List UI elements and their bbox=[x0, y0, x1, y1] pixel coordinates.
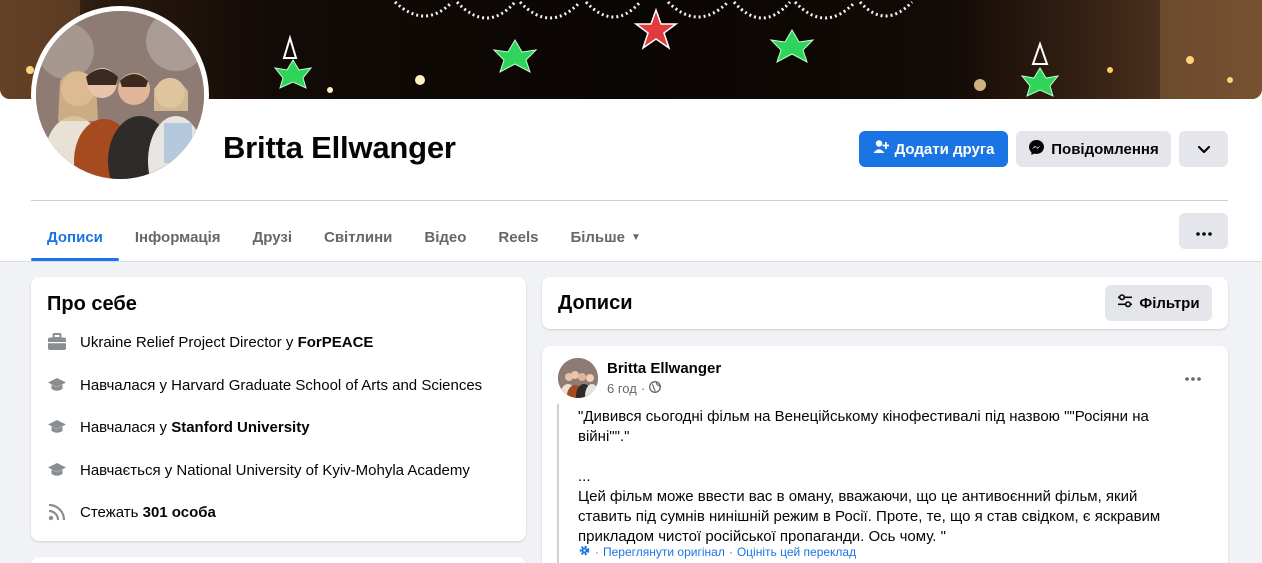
graduation-cap-icon bbox=[47, 460, 67, 480]
tab-about[interactable]: Інформація bbox=[119, 213, 237, 261]
tab-more[interactable]: Більше ▼ bbox=[554, 213, 656, 261]
followers-count-link[interactable]: 301 особа bbox=[143, 504, 216, 521]
post-author-name[interactable]: Britta Ellwanger bbox=[607, 360, 721, 377]
more-options-button[interactable] bbox=[1179, 213, 1228, 249]
meta-separator: · bbox=[640, 381, 646, 396]
tab-label: Відео bbox=[424, 228, 467, 246]
graduation-cap-icon bbox=[47, 417, 67, 437]
about-text-bold[interactable]: ForPEACE bbox=[298, 334, 374, 351]
messenger-icon bbox=[1028, 139, 1045, 160]
about-row-followers: Стежать 301 особа bbox=[47, 502, 216, 522]
gear-icon[interactable] bbox=[578, 544, 591, 560]
avatar-photo-illustration bbox=[558, 358, 598, 398]
ellipsis-icon bbox=[1185, 368, 1201, 386]
tab-reels[interactable]: Reels bbox=[482, 213, 554, 261]
avatar bbox=[36, 11, 204, 179]
about-text: Стежать 301 особа bbox=[80, 504, 216, 521]
about-text-bold[interactable]: Stanford University bbox=[171, 419, 309, 436]
profile-options-dropdown[interactable] bbox=[1179, 131, 1228, 167]
about-row-work: Ukraine Relief Project Director у ForPEA… bbox=[47, 332, 373, 352]
about-row-education: Навчалася у Stanford University bbox=[47, 417, 310, 437]
about-card: Про себе Ukraine Relief Project Director… bbox=[31, 277, 526, 541]
briefcase-icon bbox=[47, 332, 67, 352]
about-text: Навчалася у Harvard Graduate School of A… bbox=[80, 376, 483, 394]
profile-tabs: Дописи Інформація Друзі Світлини Відео R… bbox=[31, 213, 657, 261]
tab-friends[interactable]: Друзі bbox=[237, 213, 308, 261]
chevron-down-icon bbox=[1197, 141, 1211, 158]
ellipsis-icon bbox=[1195, 223, 1212, 240]
header-bottom-border bbox=[0, 261, 1262, 262]
about-text-prefix: Стежать bbox=[80, 503, 143, 521]
about-title: Про себе bbox=[47, 293, 137, 315]
caret-down-icon: ▼ bbox=[631, 231, 641, 243]
translate-separator: · bbox=[595, 545, 599, 559]
add-friend-button[interactable]: Додати друга bbox=[859, 131, 1008, 167]
add-friend-icon bbox=[873, 139, 889, 159]
header-divider bbox=[31, 200, 1228, 201]
rate-translation-link[interactable]: Оцініть цей переклад bbox=[737, 545, 856, 559]
about-text: Навчається у National University of Kyiv… bbox=[80, 461, 470, 479]
tab-label: Reels bbox=[498, 228, 539, 246]
posts-header-card: Дописи Фільтри bbox=[542, 277, 1228, 329]
post-text: "Дивився сьогодні фільм на Венеційському… bbox=[578, 408, 1161, 545]
translation-bar: · Переглянути оригінал · Оцініть цей пер… bbox=[578, 544, 856, 560]
globe-icon[interactable] bbox=[649, 381, 662, 396]
message-button[interactable]: Повідомлення bbox=[1016, 131, 1171, 167]
about-text: Навчалася у Stanford University bbox=[80, 419, 310, 436]
about-row-education: Навчається у National University of Kyiv… bbox=[47, 460, 470, 480]
about-text: Ukraine Relief Project Director у ForPEA… bbox=[80, 334, 373, 351]
add-friend-label: Додати друга bbox=[894, 140, 995, 158]
profile-name: Britta Ellwanger bbox=[223, 130, 456, 165]
post-options-button[interactable] bbox=[1178, 362, 1208, 392]
tab-label: Друзі bbox=[252, 228, 292, 246]
message-label: Повідомлення bbox=[1051, 140, 1159, 158]
tab-photos[interactable]: Світлини bbox=[308, 213, 408, 261]
post-meta: 6 год · bbox=[607, 381, 662, 396]
tab-label: Дописи bbox=[47, 228, 103, 246]
translate-separator: · bbox=[728, 545, 733, 559]
sliders-icon bbox=[1117, 294, 1133, 312]
tab-label: Світлини bbox=[323, 228, 393, 246]
about-row-education: Навчалася у Harvard Graduate School of A… bbox=[47, 375, 482, 395]
filters-button[interactable]: Фільтри bbox=[1105, 285, 1212, 321]
profile-avatar[interactable] bbox=[31, 6, 209, 184]
next-card bbox=[31, 557, 526, 563]
about-text-prefix: Навчалася у bbox=[80, 418, 172, 436]
tab-label: Інформація bbox=[134, 228, 221, 246]
quote-bar bbox=[557, 404, 559, 563]
posts-title: Дописи bbox=[558, 292, 633, 314]
rss-icon bbox=[47, 502, 67, 522]
post-author-avatar[interactable] bbox=[558, 358, 598, 398]
graduation-cap-icon bbox=[47, 375, 67, 395]
see-original-link[interactable]: Переглянути оригінал bbox=[603, 545, 725, 559]
post-time[interactable]: 6 год bbox=[607, 381, 637, 396]
post-card: Britta Ellwanger 6 год · "Дивився сьогод… bbox=[542, 346, 1228, 563]
tab-label: Більше bbox=[570, 228, 625, 246]
about-text-prefix: Ukraine Relief Project Director у bbox=[80, 333, 298, 351]
avatar-photo-illustration bbox=[36, 11, 204, 179]
tab-videos[interactable]: Відео bbox=[408, 213, 482, 261]
tab-posts[interactable]: Дописи bbox=[31, 213, 119, 261]
filters-label: Фільтри bbox=[1139, 294, 1200, 312]
